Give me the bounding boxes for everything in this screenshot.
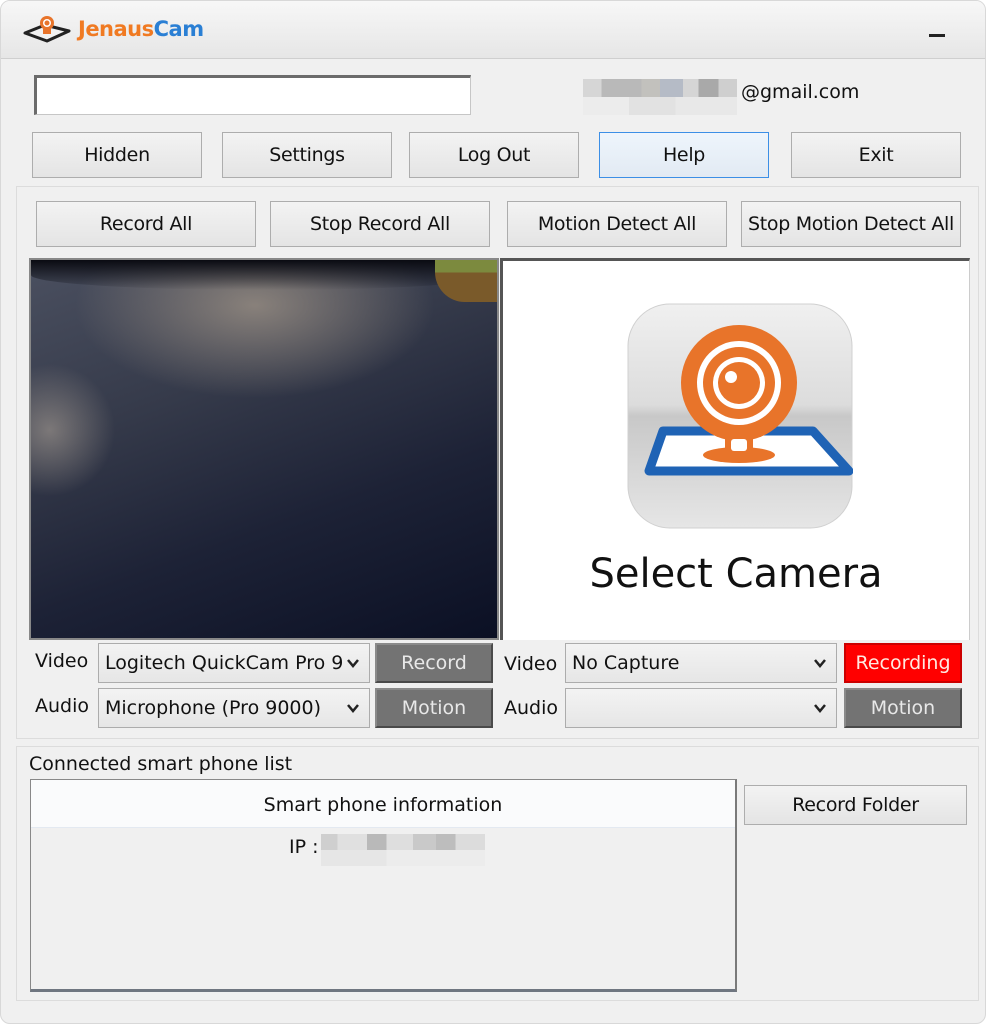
camera-2-video-select[interactable]: No Capture: [565, 643, 837, 683]
phone-list-header[interactable]: Smart phone information: [31, 780, 735, 828]
exit-button[interactable]: Exit: [791, 132, 961, 178]
camera-1-video-select[interactable]: Logitech QuickCam Pro 9: [98, 643, 370, 683]
camera-2-feed[interactable]: Select Camera: [500, 258, 970, 640]
account-email: @gmail.com: [741, 81, 860, 103]
chevron-down-icon: [347, 659, 359, 668]
camera-1-audio-value: Microphone (Pro 9000): [105, 697, 321, 719]
camera-1-audio-label: Audio: [35, 695, 90, 717]
minimize-button[interactable]: [929, 23, 947, 39]
app-title-part1: Jenaus: [78, 17, 154, 41]
app-title: JenausCam: [78, 17, 204, 41]
hidden-button[interactable]: Hidden: [32, 132, 202, 178]
record-all-button[interactable]: Record All: [36, 201, 256, 247]
account-input[interactable]: [34, 75, 471, 115]
select-camera-text: Select Camera: [589, 551, 883, 597]
ip-redacted: [321, 834, 485, 866]
camera-2-motion-button[interactable]: Motion: [844, 688, 962, 728]
camera-2-video-value: No Capture: [572, 652, 680, 674]
video-frame-corner: [435, 260, 497, 302]
stop-motion-detect-all-button[interactable]: Stop Motion Detect All: [741, 201, 961, 247]
ip-label: IP :: [289, 836, 319, 858]
chevron-down-icon: [814, 659, 826, 668]
phone-list-label: Connected smart phone list: [29, 753, 293, 775]
camera-1-record-button[interactable]: Record: [375, 643, 493, 683]
app-window: JenausCam @gmail.com Hidden Settings Log…: [0, 0, 986, 1024]
camera-1-feed[interactable]: [29, 258, 499, 640]
chevron-down-icon: [814, 704, 826, 713]
video-frame-shadow: [31, 260, 497, 290]
logout-button[interactable]: Log Out: [409, 132, 579, 178]
camera-2-video-label: Video: [504, 653, 558, 675]
camera-2-audio-label: Audio: [504, 697, 559, 719]
title-bar: JenausCam: [1, 1, 985, 59]
camera-1-motion-button[interactable]: Motion: [375, 688, 493, 728]
help-button[interactable]: Help: [599, 132, 769, 178]
record-folder-button[interactable]: Record Folder: [744, 785, 967, 825]
camera-1-video-label: Video: [35, 650, 89, 672]
list-item[interactable]: IP :: [31, 834, 735, 866]
motion-detect-all-button[interactable]: Motion Detect All: [507, 201, 727, 247]
camera-1-video-value: Logitech QuickCam Pro 9: [105, 652, 344, 674]
camera-1-audio-select[interactable]: Microphone (Pro 9000): [98, 688, 370, 728]
camera-2-record-button[interactable]: Recording: [844, 643, 962, 683]
settings-button[interactable]: Settings: [222, 132, 392, 178]
chevron-down-icon: [347, 704, 359, 713]
webcam-logo-icon: [23, 16, 71, 43]
phone-list[interactable]: Smart phone information IP :: [30, 779, 737, 992]
camera-2-audio-select[interactable]: [565, 688, 837, 728]
stop-record-all-button[interactable]: Stop Record All: [270, 201, 490, 247]
select-camera-icon: [627, 303, 853, 529]
email-redacted: [583, 79, 737, 115]
app-title-part2: Cam: [153, 17, 204, 41]
